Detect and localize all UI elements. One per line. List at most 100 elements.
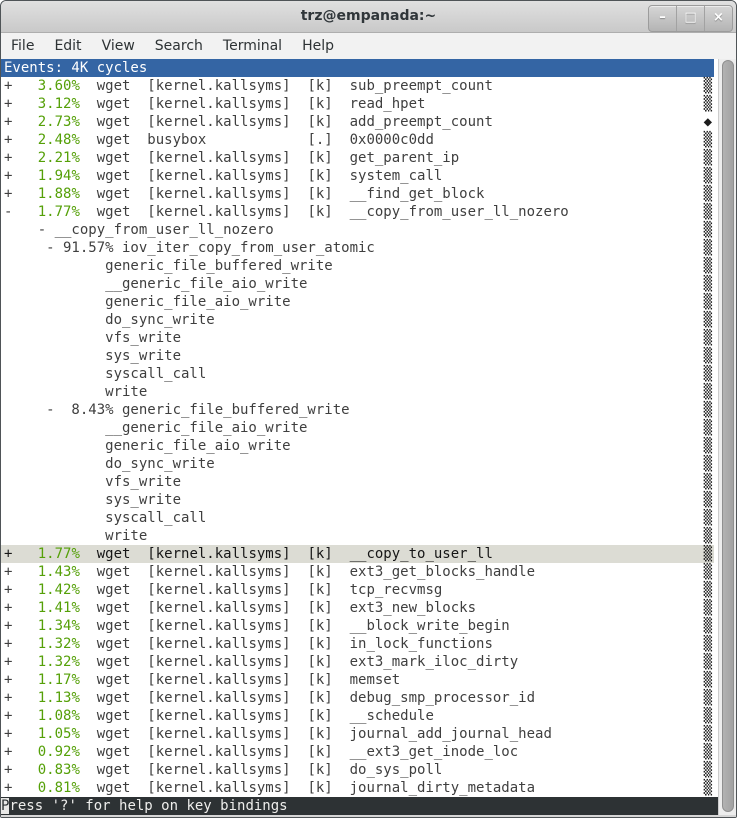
perf-callchain-row[interactable]: syscall_call ▒ — [1, 365, 714, 383]
terminal-content: Events: 4K cycles + 3.60% wget [kernel.k… — [1, 59, 736, 817]
perf-entry-row[interactable]: + 1.34% wget [kernel.kallsyms] [k] __blo… — [1, 617, 714, 635]
pad — [147, 384, 703, 400]
perf-entry-row[interactable]: + 1.94% wget [kernel.kallsyms] [k] syste… — [1, 167, 714, 185]
pad — [181, 348, 704, 364]
scrollbar-shade-icon: ▒ — [704, 726, 712, 742]
scrollbar-shade-icon: ▒ — [704, 618, 712, 634]
pad — [375, 240, 704, 256]
scrollbar-shade-icon: ▒ — [704, 276, 712, 292]
pad — [442, 168, 703, 184]
menu-item-search[interactable]: Search — [145, 33, 213, 60]
perf-callchain-row[interactable]: write ▒ — [1, 527, 714, 545]
pad — [181, 492, 704, 508]
perf-entry-row[interactable]: + 2.48% wget busybox [.] 0x0000c0dd ▒ — [1, 131, 714, 149]
perf-entry-row[interactable]: + 1.42% wget [kernel.kallsyms] [k] tcp_r… — [1, 581, 714, 599]
pad — [569, 204, 704, 220]
perf-callchain-row[interactable]: sys_write ▒ — [1, 491, 714, 509]
overhead-percent: 1.43% — [12, 564, 79, 580]
perf-entry-row[interactable]: - 1.77% wget [kernel.kallsyms] [k] __cop… — [1, 203, 714, 221]
menu-item-view[interactable]: View — [92, 33, 145, 60]
pad — [442, 582, 703, 598]
pad — [493, 78, 704, 94]
perf-entry-row[interactable]: + 1.88% wget [kernel.kallsyms] [k] __fin… — [1, 185, 714, 203]
perf-callchain-row[interactable]: generic_file_buffered_write ▒ — [1, 257, 714, 275]
perf-entry-row[interactable]: + 3.12% wget [kernel.kallsyms] [k] read_… — [1, 95, 714, 113]
perf-entry-row[interactable]: + 1.08% wget [kernel.kallsyms] [k] __sch… — [1, 707, 714, 725]
perf-entry-row[interactable]: + 1.17% wget [kernel.kallsyms] [k] memse… — [1, 671, 714, 689]
perf-callchain-row[interactable]: write ▒ — [1, 383, 714, 401]
scrollbar-thumb[interactable] — [722, 60, 734, 812]
scrollbar-shade-icon: ▒ — [704, 690, 712, 706]
scrollbar-shade-icon: ▒ — [704, 492, 712, 508]
maximize-button[interactable]: □ — [676, 6, 704, 31]
scrollbar-shade-icon: ▒ — [704, 672, 712, 688]
perf-entry-row[interactable]: + 0.83% wget [kernel.kallsyms] [k] do_sy… — [1, 761, 714, 779]
perf-callchain-row[interactable]: syscall_call ▒ — [1, 509, 714, 527]
minimize-button[interactable]: – — [649, 6, 676, 31]
perf-entry-row[interactable]: + 1.43% wget [kernel.kallsyms] [k] ext3_… — [1, 563, 714, 581]
perf-entry-row[interactable]: + 1.41% wget [kernel.kallsyms] [k] ext3_… — [1, 599, 714, 617]
overhead-percent: 2.21% — [12, 150, 79, 166]
close-button[interactable]: × — [704, 6, 732, 31]
pad — [350, 402, 704, 418]
perf-entry-row[interactable]: + 3.60% wget [kernel.kallsyms] [k] sub_p… — [1, 77, 714, 95]
perf-callchain-row[interactable]: __generic_file_aio_write ▒ — [1, 419, 714, 437]
window-controls: –□× — [648, 5, 733, 32]
perf-entry-row[interactable]: + 2.73% wget [kernel.kallsyms] [k] add_p… — [1, 113, 714, 131]
overhead-percent: 0.83% — [12, 762, 79, 778]
perf-callchain-row[interactable]: generic_file_aio_write ▒ — [1, 293, 714, 311]
menu-item-file[interactable]: File — [1, 33, 44, 60]
perf-callchain-row[interactable]: - 8.43% generic_file_buffered_write ▒ — [1, 401, 714, 419]
scrollbar-shade-icon: ▒ — [704, 366, 712, 382]
perf-entry-row[interactable]: + 0.81% wget [kernel.kallsyms] [k] journ… — [1, 779, 714, 797]
titlebar[interactable]: trz@empanada:~ –□× — [1, 1, 736, 33]
callchain-text: generic_file_aio_write — [4, 438, 291, 454]
perf-entry-row[interactable]: + 1.05% wget [kernel.kallsyms] [k] journ… — [1, 725, 714, 743]
symbol-text: wget [kernel.kallsyms] [k] __find_get_bl… — [80, 186, 485, 202]
menu-item-help[interactable]: Help — [292, 33, 344, 60]
menu-item-terminal[interactable]: Terminal — [213, 33, 292, 60]
perf-entry-row[interactable]: + 1.32% wget [kernel.kallsyms] [k] in_lo… — [1, 635, 714, 653]
perf-callchain-row[interactable]: sys_write ▒ — [1, 347, 714, 365]
perf-callchain-row[interactable]: do_sync_write ▒ — [1, 455, 714, 473]
menu-item-edit[interactable]: Edit — [44, 33, 91, 60]
scrollbar-shade-icon: ▒ — [704, 600, 712, 616]
status-bar: Press '?' for help on key bindings — [1, 797, 720, 815]
scrollbar[interactable] — [718, 59, 736, 815]
callchain-text: - 8.43% generic_file_buffered_write — [4, 402, 350, 418]
scrollbar-shade-icon: ▒ — [704, 96, 712, 112]
overhead-percent: 1.77% — [12, 546, 79, 562]
scrollbar-shade-icon: ▒ — [704, 510, 712, 526]
perf-callchain-row[interactable]: - 91.57% iov_iter_copy_from_user_atomic … — [1, 239, 714, 257]
scrollbar-shade-icon: ▒ — [704, 384, 712, 400]
scrollbar-shade-icon: ▒ — [704, 132, 712, 148]
symbol-text: wget [kernel.kallsyms] [k] journal_dirty… — [80, 780, 535, 796]
perf-entry-row[interactable]: + 1.32% wget [kernel.kallsyms] [k] ext3_… — [1, 653, 714, 671]
pad — [535, 780, 704, 796]
pad — [484, 186, 703, 202]
pad — [400, 672, 703, 688]
perf-callchain-row[interactable]: vfs_write ▒ — [1, 473, 714, 491]
pad — [493, 636, 704, 652]
perf-entry-row[interactable]: + 1.77% wget [kernel.kallsyms] [k] __cop… — [1, 545, 714, 563]
scrollbar-shade-icon: ▒ — [704, 330, 712, 346]
perf-entry-row[interactable]: + 1.13% wget [kernel.kallsyms] [k] debug… — [1, 689, 714, 707]
perf-callchain-row[interactable]: vfs_write ▒ — [1, 329, 714, 347]
pad — [459, 150, 703, 166]
scrollbar-shade-icon: ▒ — [704, 402, 712, 418]
perf-callchain-row[interactable]: __generic_file_aio_write ▒ — [1, 275, 714, 293]
perf-entry-row[interactable]: + 0.92% wget [kernel.kallsyms] [k] __ext… — [1, 743, 714, 761]
perf-callchain-row[interactable]: - __copy_from_user_ll_nozero ▒ — [1, 221, 714, 239]
callchain-text: generic_file_buffered_write — [4, 258, 333, 274]
pad — [333, 258, 704, 274]
pad — [552, 726, 704, 742]
pad — [307, 420, 703, 436]
scrollbar-shade-icon: ▒ — [704, 780, 712, 796]
scrollbar-shade-icon: ▒ — [704, 150, 712, 166]
symbol-text: wget [kernel.kallsyms] [k] ext3_new_bloc… — [80, 600, 476, 616]
window-title: trz@empanada:~ — [1, 1, 736, 31]
perf-callchain-row[interactable]: do_sync_write ▒ — [1, 311, 714, 329]
perf-callchain-row[interactable]: generic_file_aio_write ▒ — [1, 437, 714, 455]
perf-entry-row[interactable]: + 2.21% wget [kernel.kallsyms] [k] get_p… — [1, 149, 714, 167]
perf-rows: + 3.60% wget [kernel.kallsyms] [k] sub_p… — [1, 77, 716, 797]
